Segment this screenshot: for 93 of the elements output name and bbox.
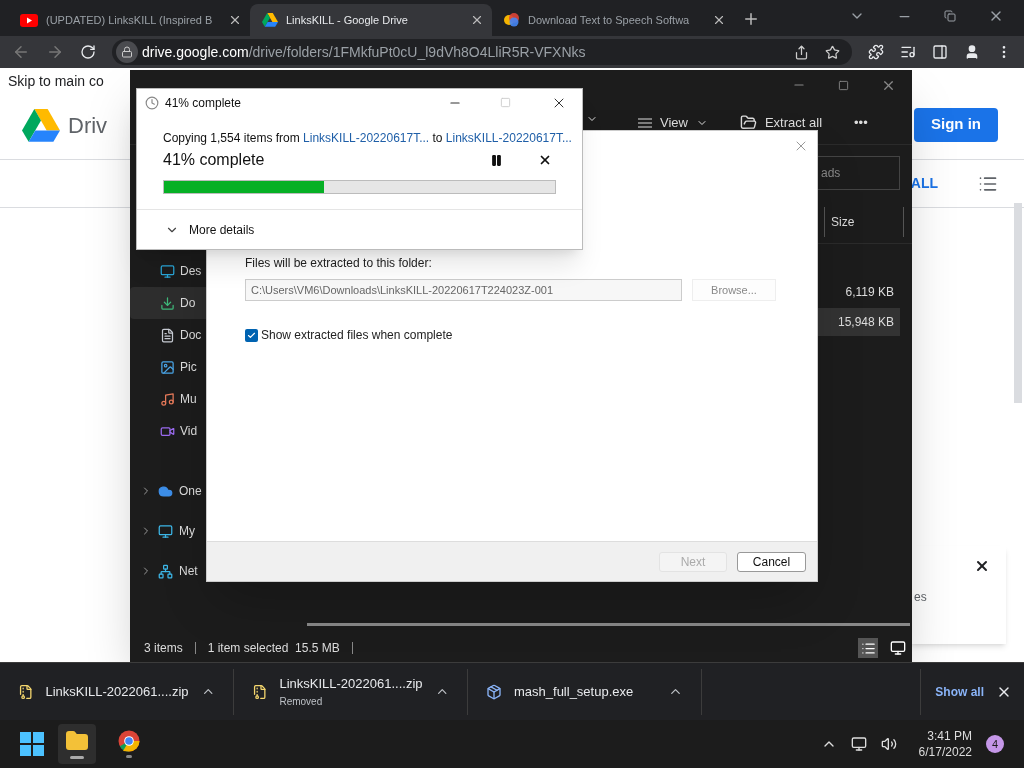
download-icon xyxy=(160,295,175,311)
share-icon[interactable] xyxy=(794,44,809,60)
close-icon[interactable] xyxy=(470,13,484,27)
menu-icon xyxy=(638,117,652,128)
folder-icon xyxy=(65,729,89,753)
toolbar-button[interactable]: View xyxy=(630,113,716,133)
pause-icon[interactable] xyxy=(490,153,503,167)
profile-icon[interactable] xyxy=(964,44,980,60)
lock-icon xyxy=(121,46,133,58)
windows-start-icon[interactable] xyxy=(20,732,44,756)
archive-icon xyxy=(252,683,268,700)
brand-name: Driv xyxy=(68,112,108,140)
close-icon[interactable] xyxy=(974,558,990,574)
browser-tab[interactable]: Download Text to Speech Softwa xyxy=(492,4,734,36)
progress-heading: 41% complete xyxy=(163,150,266,170)
notification-badge[interactable]: 4 xyxy=(986,735,1004,753)
checkbox[interactable] xyxy=(245,328,258,342)
restore-icon[interactable] xyxy=(944,10,956,22)
field-label: Files will be extracted to this folder: xyxy=(245,255,433,272)
download-item[interactable]: LinksKILL-2022061....zip xyxy=(0,668,234,715)
check-icon xyxy=(247,330,256,340)
source-link[interactable]: LinksKILL-20220617T... xyxy=(303,131,430,145)
sidebar-item[interactable]: Net xyxy=(130,551,290,591)
tab-title: (UPDATED) LinksKILL (Inspired B xyxy=(46,12,214,28)
maximize-icon[interactable] xyxy=(838,79,849,91)
forward-icon[interactable] xyxy=(46,43,64,61)
archive-icon xyxy=(18,683,34,700)
file-name: LinksKILL-2022061....zip xyxy=(45,682,189,701)
colorful-blob-icon xyxy=(504,12,520,28)
sidebar-item[interactable]: My xyxy=(130,511,290,551)
window-title: 41% complete xyxy=(165,94,242,112)
cloud-icon xyxy=(158,483,173,499)
document-icon xyxy=(160,327,175,343)
download-item[interactable]: LinksKILL-2022061....zip Removed xyxy=(234,668,468,715)
cancel-button[interactable]: Cancel xyxy=(737,551,806,572)
taskbar-app[interactable] xyxy=(58,724,96,764)
search-field[interactable]: ads xyxy=(816,155,900,190)
column-header[interactable]: Size xyxy=(824,206,904,237)
close-icon[interactable] xyxy=(712,13,726,27)
back-icon[interactable] xyxy=(12,43,30,61)
browse-button[interactable]: Browse... xyxy=(692,279,776,301)
url-text: drive.google.com/drive/folders/1FMkfuPt0cU_l9dVh8O4LliR5R-VFXNks xyxy=(142,42,586,62)
notification-text: es xyxy=(914,589,928,606)
status-text: 3 items xyxy=(144,640,183,657)
triangle-logo-icon xyxy=(262,12,278,28)
browser-tab[interactable]: LinksKILL - Google Drive xyxy=(250,4,492,36)
playlist-icon[interactable] xyxy=(900,44,916,60)
puzzle-icon[interactable] xyxy=(868,44,884,60)
close-icon[interactable] xyxy=(228,13,242,27)
new-tab-icon[interactable] xyxy=(742,10,760,28)
download-item[interactable]: mash_full_setup.exe xyxy=(468,668,702,715)
volume-icon[interactable] xyxy=(880,736,897,752)
view-all-link[interactable]: ALL xyxy=(910,173,938,194)
package-icon xyxy=(486,683,502,700)
tiles-view-icon[interactable] xyxy=(890,640,906,656)
monitor-icon xyxy=(158,523,173,539)
browser-tab[interactable]: (UPDATED) LinksKILL (Inspired B xyxy=(8,4,250,36)
status-text: 1 item selected 15.5 MB xyxy=(207,640,340,657)
clock-icon xyxy=(145,95,159,110)
scrollbar[interactable] xyxy=(1014,203,1022,403)
folder-path-field[interactable]: C:\Users\VM6\Downloads\LinksKILL-20220617T224023Z-001 xyxy=(245,279,682,301)
download-status: Removed xyxy=(279,694,324,709)
show-all-link[interactable]: Show all xyxy=(920,668,984,715)
star-icon[interactable] xyxy=(825,44,840,60)
sidebar-item[interactable]: Pic xyxy=(130,351,280,383)
sign-in-button[interactable]: Sign in xyxy=(914,107,998,142)
address-bar[interactable]: drive.google.com/drive/folders/1FMkfuPt0cU_l9dVh8O4LliR5R-VFXNks xyxy=(112,39,852,65)
music-note-icon xyxy=(160,391,175,407)
monitor-icon xyxy=(160,263,175,279)
sidebar-item[interactable]: Mu xyxy=(130,383,280,415)
image-icon xyxy=(160,359,175,375)
horizontal-scrollbar[interactable] xyxy=(307,623,910,626)
destination-link[interactable]: LinksKILL-20220617T... xyxy=(445,131,572,145)
tab-title: Download Text to Speech Softwa xyxy=(528,12,691,28)
reload-icon[interactable] xyxy=(80,44,96,60)
toolbar-button[interactable]: ••• xyxy=(846,113,876,133)
chrome-logo-icon xyxy=(118,730,140,752)
file-name: LinksKILL-2022061....zip xyxy=(279,675,423,694)
sidebar-item[interactable]: Vid xyxy=(130,415,280,447)
clock-time[interactable]: 3:41 PM xyxy=(927,728,972,744)
folder-icon xyxy=(739,114,757,132)
details-view-icon[interactable] xyxy=(860,640,876,656)
video-play-icon xyxy=(20,13,38,27)
toolbar-button[interactable]: Extract all xyxy=(731,113,831,133)
clock-date[interactable]: 6/17/2022 xyxy=(918,744,972,760)
checkbox-label[interactable]: Show extracted files when complete xyxy=(261,326,453,344)
file-name: mash_full_setup.exe xyxy=(514,682,635,701)
tab-title: LinksKILL - Google Drive xyxy=(286,12,409,28)
cancel-icon[interactable] xyxy=(538,153,552,167)
side-panel-icon[interactable] xyxy=(932,44,948,60)
sidebar-item[interactable]: One xyxy=(130,471,290,511)
triangle-logo-icon xyxy=(22,108,60,143)
more-details-link[interactable]: More details xyxy=(189,220,255,239)
